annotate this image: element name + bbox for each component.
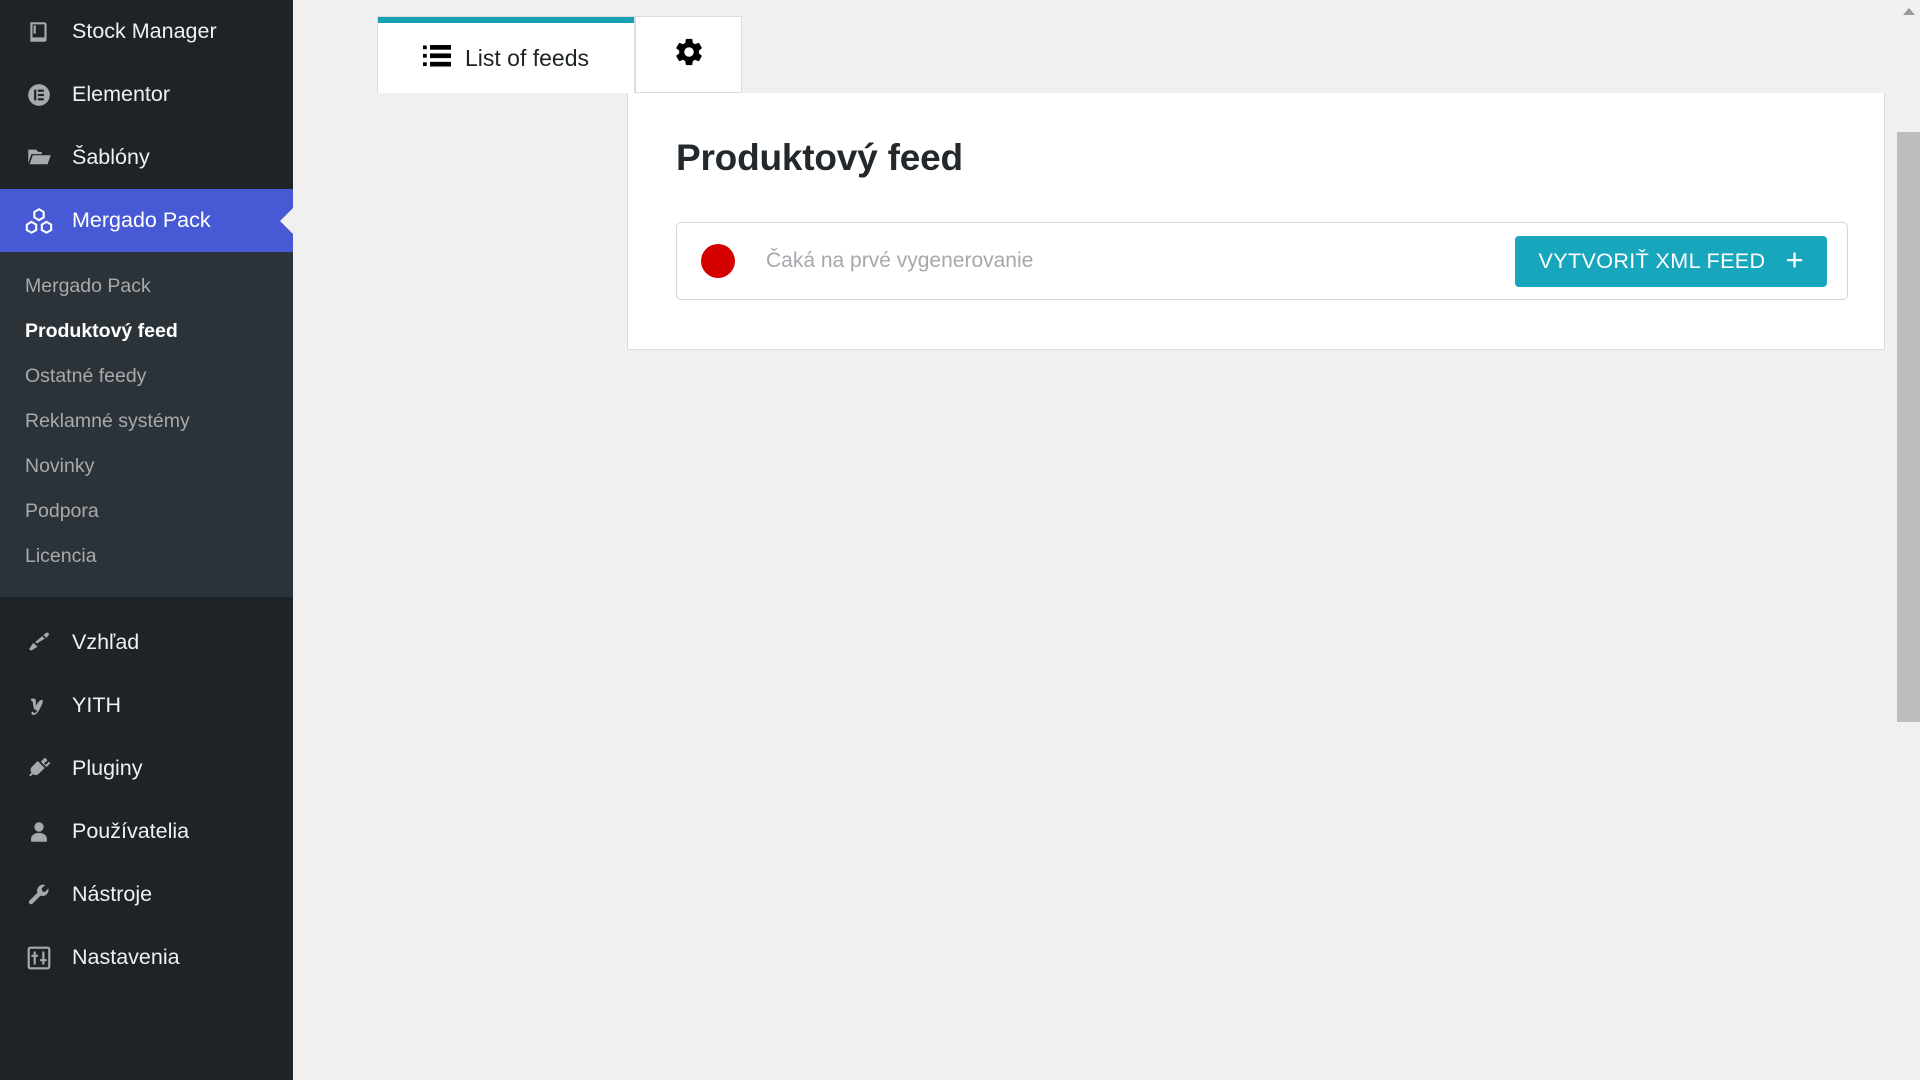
sidebar-item-mergado-pack[interactable]: Mergado Pack bbox=[0, 189, 293, 252]
submenu-item-ostatne-feedy[interactable]: Ostatné feedy bbox=[0, 354, 293, 399]
sidebar-item-nastroje[interactable]: Nástroje bbox=[0, 863, 293, 926]
sidebar-item-sablony[interactable]: Šablóny bbox=[0, 126, 293, 189]
sidebar-item-label: Nástroje bbox=[72, 882, 153, 906]
sidebar-item-label: Vzhľad bbox=[72, 630, 140, 654]
elementor-icon bbox=[22, 82, 56, 108]
sidebar-item-label: Používatelia bbox=[72, 819, 190, 843]
page-title: Produktový feed bbox=[676, 137, 963, 178]
feed-status-row: Čaká na prvé vygenerovanie VYTVORIŤ XML … bbox=[676, 222, 1848, 300]
submenu-item-podpora[interactable]: Podpora bbox=[0, 489, 293, 534]
feed-tabs: List of feeds bbox=[293, 0, 1920, 93]
book-icon bbox=[22, 19, 56, 45]
vertical-scrollbar[interactable] bbox=[1897, 0, 1920, 1080]
sidebar-item-label: Stock Manager bbox=[72, 19, 217, 43]
scrollbar-thumb[interactable] bbox=[1897, 132, 1920, 722]
tab-settings[interactable] bbox=[635, 16, 742, 93]
tab-list-of-feeds[interactable]: List of feeds bbox=[377, 16, 635, 93]
scroll-up-arrow-icon[interactable] bbox=[1902, 8, 1915, 15]
active-menu-arrow bbox=[280, 207, 293, 234]
plus-icon: + bbox=[1785, 242, 1804, 277]
sidebar-item-nastavenia[interactable]: Nastavenia bbox=[0, 926, 293, 989]
sidebar-item-label: Nastavenia bbox=[72, 945, 180, 969]
folder-icon bbox=[22, 144, 56, 171]
sidebar-item-label: Mergado Pack bbox=[72, 208, 211, 232]
main-content-area: List of feeds Produktový feed Čaká na pr… bbox=[293, 0, 1920, 1080]
plug-icon bbox=[22, 755, 56, 782]
create-xml-feed-label: VYTVORIŤ XML FEED bbox=[1538, 248, 1766, 273]
feed-card: Produktový feed Čaká na prvé vygenerovan… bbox=[627, 93, 1885, 350]
sidebar-item-pluginy[interactable]: Pluginy bbox=[0, 737, 293, 800]
create-xml-feed-button[interactable]: VYTVORIŤ XML FEED + bbox=[1515, 235, 1827, 287]
mergado-submenu: Mergado Pack Produktový feed Ostatné fee… bbox=[0, 252, 293, 597]
submenu-item-licencia[interactable]: Licencia bbox=[0, 534, 293, 579]
sidebar-item-pouzivatelia[interactable]: Používatelia bbox=[0, 800, 293, 863]
tab-label: List of feeds bbox=[464, 44, 590, 71]
menu-separator bbox=[0, 597, 293, 611]
feed-status-label: Čaká na prvé vygenerovanie bbox=[766, 249, 1034, 272]
gear-icon bbox=[673, 36, 705, 73]
wordpress-admin-screen: Stock Manager Elementor Šablóny Mergado … bbox=[0, 0, 1920, 1080]
sidebar-item-elementor[interactable]: Elementor bbox=[0, 63, 293, 126]
mergado-icon bbox=[22, 206, 56, 236]
sidebar-item-label: Elementor bbox=[72, 82, 170, 106]
sidebar-item-vzhlad[interactable]: Vzhľad bbox=[0, 611, 293, 674]
settings-sliders-icon bbox=[22, 945, 56, 971]
yith-icon bbox=[22, 693, 56, 719]
sidebar-item-stock-manager[interactable]: Stock Manager bbox=[0, 0, 293, 63]
submenu-item-novinky[interactable]: Novinky bbox=[0, 444, 293, 489]
submenu-item-reklamne-systemy[interactable]: Reklamné systémy bbox=[0, 399, 293, 444]
paintbrush-icon bbox=[22, 629, 56, 656]
wrench-icon bbox=[22, 882, 56, 908]
submenu-item-produktovy-feed[interactable]: Produktový feed bbox=[0, 309, 293, 354]
sidebar-item-label: YITH bbox=[72, 693, 121, 717]
list-icon bbox=[422, 43, 451, 74]
sidebar-item-label: Pluginy bbox=[72, 756, 143, 780]
sidebar-item-label: Šablóny bbox=[72, 145, 150, 169]
user-icon bbox=[22, 819, 56, 845]
status-badge bbox=[701, 244, 735, 278]
sidebar-item-yith[interactable]: YITH bbox=[0, 674, 293, 737]
admin-sidebar: Stock Manager Elementor Šablóny Mergado … bbox=[0, 0, 293, 1080]
submenu-item-mergado-pack[interactable]: Mergado Pack bbox=[0, 264, 293, 309]
